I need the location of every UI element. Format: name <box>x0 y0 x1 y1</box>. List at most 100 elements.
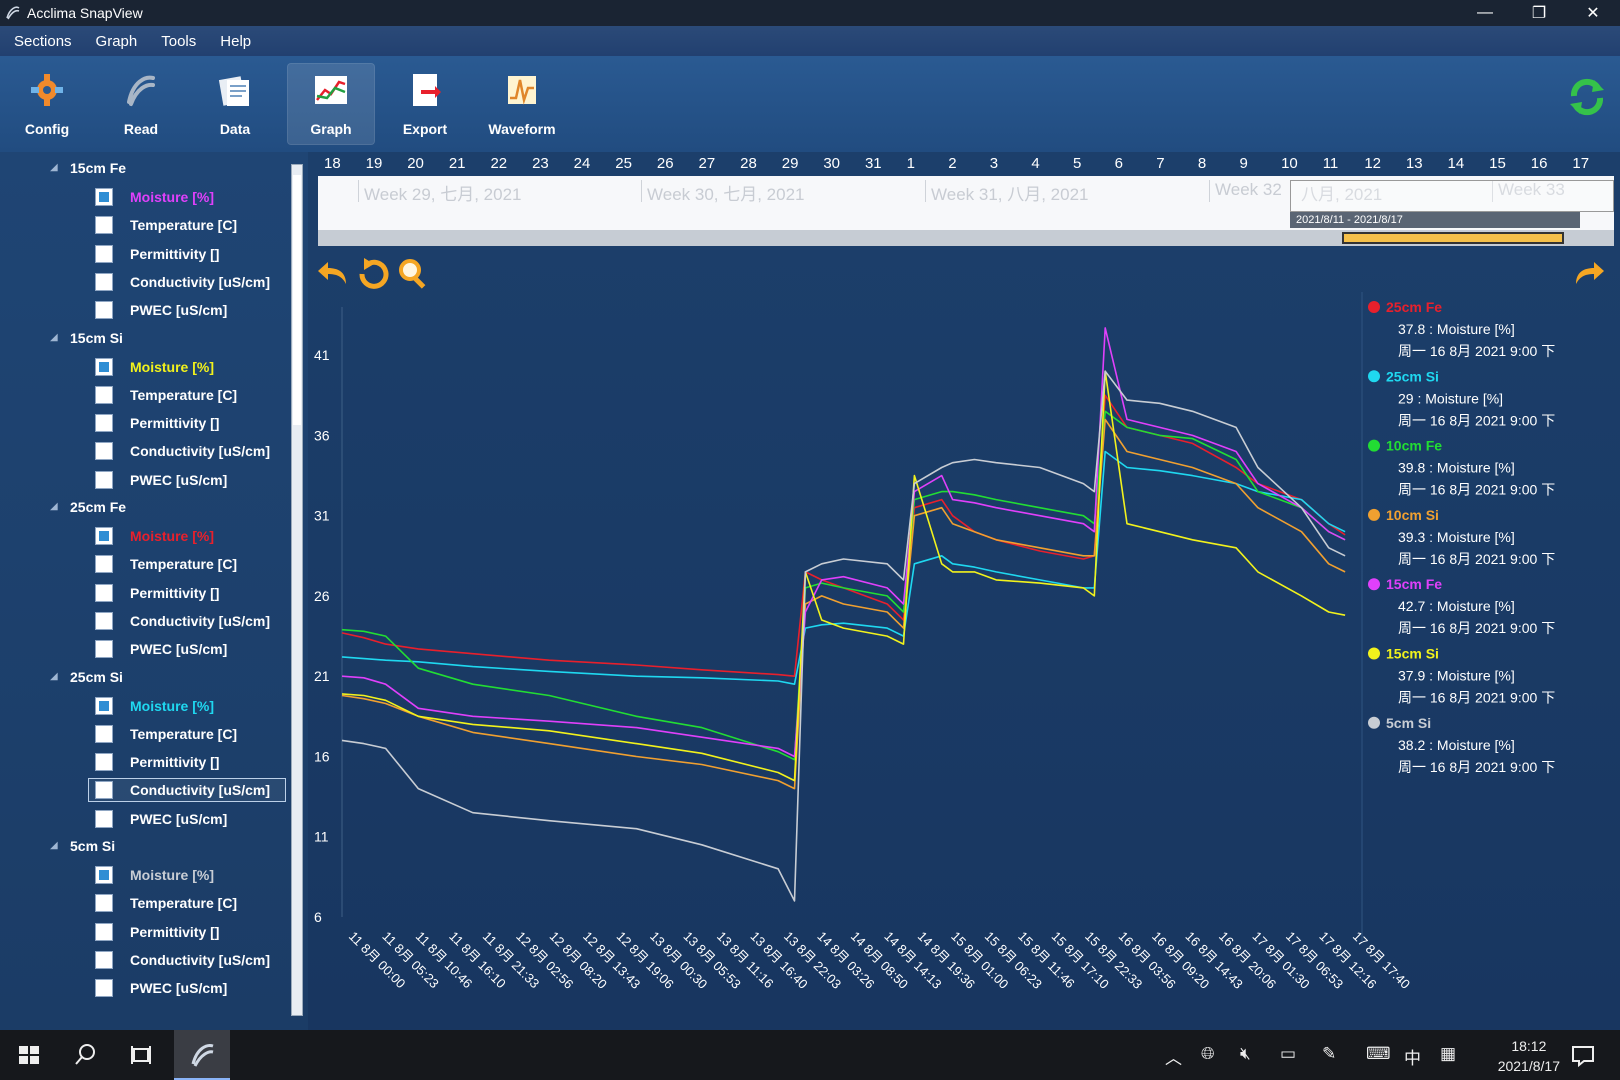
measurement-item[interactable]: Moisture [%] <box>95 695 285 717</box>
measurement-item[interactable]: PWEC [uS/cm] <box>95 977 285 999</box>
moisture-line-chart[interactable]: 41363126211611611 8月 00:0011 8月 05:2311 … <box>308 152 1620 1030</box>
measurement-item[interactable]: Conductivity [uS/cm] <box>95 610 285 632</box>
windows-start-icon[interactable] <box>12 1038 46 1072</box>
group-collapse-icon[interactable]: ◢ <box>50 840 58 851</box>
measurement-item[interactable]: Permittivity [] <box>95 751 285 773</box>
search-icon[interactable] <box>68 1038 102 1072</box>
task-view-icon[interactable] <box>124 1038 158 1072</box>
export-button[interactable]: Export <box>382 64 468 144</box>
measurement-item[interactable]: Moisture [%] <box>95 525 285 547</box>
series-line-15cm-fe[interactable] <box>341 327 1346 758</box>
menu-graph[interactable]: Graph <box>96 33 138 50</box>
measurement-item[interactable]: Conductivity [uS/cm] <box>95 440 285 462</box>
measurement-checkbox[interactable] <box>95 385 113 404</box>
menu-tools[interactable]: Tools <box>161 33 196 50</box>
read-button[interactable]: Read <box>98 64 184 144</box>
measurement-item[interactable]: PWEC [uS/cm] <box>95 638 285 660</box>
network-globe-icon[interactable]: 🌐︎ <box>1201 1044 1215 1064</box>
measurement-item[interactable]: PWEC [uS/cm] <box>95 808 285 830</box>
measurement-checkbox[interactable] <box>95 442 113 461</box>
series-line-25cm-si[interactable] <box>341 450 1346 686</box>
minimize-button[interactable]: — <box>1458 0 1512 26</box>
notification-icon[interactable] <box>1566 1038 1600 1072</box>
show-hidden-icons-icon[interactable]: ︿ <box>1165 1044 1182 1069</box>
restore-button[interactable]: ❐ <box>1512 0 1566 26</box>
menu-help[interactable]: Help <box>220 33 251 50</box>
measurement-item[interactable]: Conductivity [uS/cm] <box>88 778 286 803</box>
measurement-item[interactable]: Permittivity [] <box>95 412 285 434</box>
measurement-item[interactable]: Conductivity [uS/cm] <box>95 949 285 971</box>
measurement-checkbox[interactable] <box>95 611 113 630</box>
group-collapse-icon[interactable]: ◢ <box>50 162 58 173</box>
waveform-button[interactable]: Waveform <box>474 64 570 144</box>
measurement-item[interactable]: Conductivity [uS/cm] <box>95 271 285 293</box>
measurement-checkbox[interactable] <box>95 188 113 206</box>
volume-muted-icon[interactable]: 🔇︎ <box>1240 1044 1251 1064</box>
graph-button[interactable]: Graph <box>288 64 374 144</box>
measurement-checkbox[interactable] <box>95 753 113 772</box>
measurement-checkbox[interactable] <box>95 866 113 884</box>
sidebar-scrollbar[interactable] <box>291 164 303 1016</box>
series-line-10cm-fe[interactable] <box>341 410 1346 761</box>
measurement-checkbox[interactable] <box>95 555 113 574</box>
measurement-checkbox[interactable] <box>95 357 113 376</box>
measurement-item[interactable]: Temperature [C] <box>95 553 285 575</box>
measurement-item[interactable]: Temperature [C] <box>95 384 285 406</box>
refresh-icon[interactable] <box>1564 74 1610 120</box>
scrollbar-thumb[interactable] <box>293 175 301 425</box>
sensor-group-title[interactable]: 15cm Si <box>70 330 123 346</box>
measurement-checkbox[interactable] <box>95 640 113 659</box>
measurement-checkbox[interactable] <box>95 894 113 913</box>
group-collapse-icon[interactable]: ◢ <box>50 671 58 682</box>
battery-icon[interactable]: ▭ <box>1280 1044 1296 1064</box>
snapview-taskbar-button[interactable] <box>174 1030 230 1080</box>
measurement-checkbox[interactable] <box>95 696 113 715</box>
measurement-checkbox[interactable] <box>95 216 113 235</box>
measurement-item[interactable]: Temperature [C] <box>95 214 285 236</box>
sensor-group-title[interactable]: 25cm Fe <box>70 499 126 515</box>
series-line-25cm-fe[interactable] <box>341 394 1346 678</box>
series-line-10cm-si[interactable] <box>341 418 1346 790</box>
measurement-item[interactable]: Permittivity [] <box>95 921 285 943</box>
system-clock[interactable]: 18:12 2021/8/17 <box>1498 1036 1560 1076</box>
pen-icon[interactable]: ✎ <box>1322 1044 1336 1064</box>
group-collapse-icon[interactable]: ◢ <box>50 501 58 512</box>
measurement-checkbox[interactable] <box>95 950 113 969</box>
ime-indicator[interactable]: 中 <box>1404 1044 1421 1069</box>
keyboard-icon[interactable]: ⌨ <box>1366 1044 1391 1064</box>
series-line-15cm-si[interactable] <box>341 370 1346 782</box>
measurement-checkbox[interactable] <box>95 272 113 291</box>
measurement-checkbox[interactable] <box>95 724 113 743</box>
sensor-group-title[interactable]: 25cm Si <box>70 669 123 685</box>
measurement-label: Permittivity [] <box>130 923 220 940</box>
measurement-checkbox[interactable] <box>95 414 113 433</box>
data-button[interactable]: Data <box>192 64 278 144</box>
measurement-checkbox[interactable] <box>95 922 113 941</box>
measurement-item[interactable]: Temperature [C] <box>95 892 285 914</box>
measurement-item[interactable]: Moisture [%] <box>95 356 285 378</box>
measurement-item[interactable]: Moisture [%] <box>95 864 285 886</box>
measurement-checkbox[interactable] <box>95 781 113 800</box>
measurement-item[interactable]: PWEC [uS/cm] <box>95 299 285 321</box>
ime-mode-icon[interactable]: ▦ <box>1440 1044 1456 1064</box>
measurement-item[interactable]: Permittivity [] <box>95 582 285 604</box>
group-collapse-icon[interactable]: ◢ <box>50 332 58 343</box>
measurement-checkbox[interactable] <box>95 527 113 545</box>
series-line-5cm-si[interactable] <box>341 370 1346 902</box>
legend-timestamp: 周一 16 8月 2021 9:00 下 <box>1398 551 1555 567</box>
sensor-group-title[interactable]: 5cm Si <box>70 838 115 854</box>
measurement-item[interactable]: Permittivity [] <box>95 243 285 265</box>
sensor-group-title[interactable]: 15cm Fe <box>70 160 126 176</box>
measurement-checkbox[interactable] <box>95 301 113 320</box>
config-button[interactable]: Config <box>4 64 90 144</box>
measurement-checkbox[interactable] <box>95 979 113 998</box>
measurement-item[interactable]: PWEC [uS/cm] <box>95 469 285 491</box>
measurement-item[interactable]: Temperature [C] <box>95 723 285 745</box>
measurement-checkbox[interactable] <box>95 244 113 263</box>
measurement-checkbox[interactable] <box>95 470 113 489</box>
menu-sections[interactable]: Sections <box>14 33 72 50</box>
close-button[interactable]: ✕ <box>1566 0 1620 26</box>
measurement-checkbox[interactable] <box>95 809 113 828</box>
measurement-checkbox[interactable] <box>95 583 113 602</box>
measurement-item[interactable]: Moisture [%] <box>95 186 285 208</box>
